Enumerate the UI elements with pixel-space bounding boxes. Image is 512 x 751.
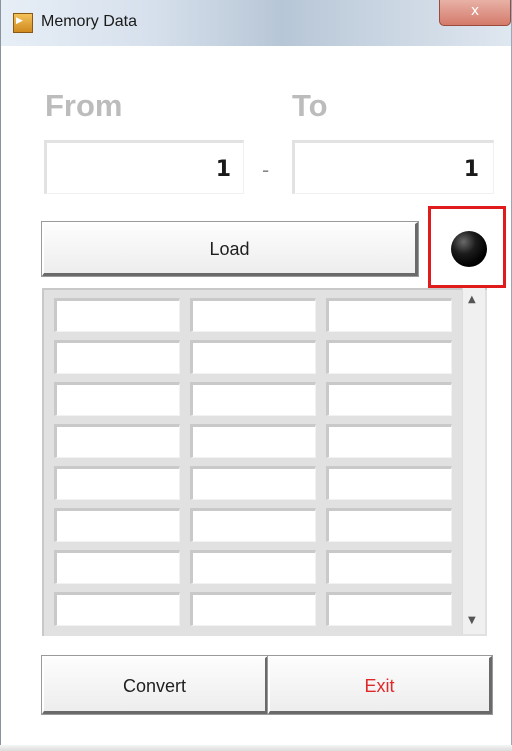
- table-cell[interactable]: [190, 424, 316, 458]
- table-row: [54, 382, 464, 424]
- close-button[interactable]: x: [439, 0, 511, 26]
- table-row: [54, 424, 464, 466]
- title-bar[interactable]: ▶ Memory Data x: [1, 0, 511, 46]
- to-input[interactable]: 1: [292, 140, 494, 194]
- table-cell[interactable]: [54, 424, 180, 458]
- table-row: [54, 298, 464, 340]
- table-cell[interactable]: [326, 298, 452, 332]
- load-button[interactable]: Load: [41, 221, 419, 277]
- table-row: [54, 592, 464, 630]
- table-cell[interactable]: [326, 508, 452, 542]
- table-row: [54, 466, 464, 508]
- table-cell[interactable]: [54, 466, 180, 500]
- table-cell[interactable]: [54, 298, 180, 332]
- table-cell[interactable]: [190, 340, 316, 374]
- table-row: [54, 340, 464, 382]
- convert-button[interactable]: Convert: [41, 655, 269, 715]
- to-label: To: [292, 88, 328, 123]
- table-row: [54, 550, 464, 592]
- window-title: Memory Data: [41, 13, 138, 30]
- from-input[interactable]: 1: [44, 140, 244, 194]
- table-grid: [54, 298, 464, 630]
- table-cell[interactable]: [54, 550, 180, 584]
- table-scrollbar[interactable]: ▲ ▼: [462, 288, 485, 634]
- table-cell[interactable]: [54, 508, 180, 542]
- table-cell[interactable]: [326, 592, 452, 626]
- table-cell[interactable]: [326, 382, 452, 416]
- exit-button[interactable]: Exit: [267, 655, 493, 715]
- memory-table: [42, 288, 487, 636]
- table-cell[interactable]: [54, 340, 180, 374]
- table-cell[interactable]: [326, 424, 452, 458]
- table-cell[interactable]: [190, 466, 316, 500]
- table-cell[interactable]: [190, 382, 316, 416]
- table-cell[interactable]: [326, 340, 452, 374]
- range-separator: -: [262, 158, 270, 182]
- indicator-highlight: [428, 206, 506, 288]
- table-cell[interactable]: [190, 508, 316, 542]
- app-icon: ▶: [13, 13, 33, 33]
- table-cell[interactable]: [326, 466, 452, 500]
- table-cell[interactable]: [54, 382, 180, 416]
- window-bottom-edge: [0, 745, 512, 751]
- table-cell[interactable]: [190, 550, 316, 584]
- table-cell[interactable]: [190, 592, 316, 626]
- scroll-down-icon[interactable]: ▼: [468, 615, 476, 626]
- scroll-up-icon[interactable]: ▲: [468, 294, 476, 305]
- table-cell[interactable]: [190, 298, 316, 332]
- table-cell[interactable]: [54, 592, 180, 626]
- from-label: From: [45, 88, 123, 123]
- close-icon: x: [470, 3, 480, 19]
- table-cell[interactable]: [326, 550, 452, 584]
- status-led-indicator: [451, 231, 487, 267]
- table-row: [54, 508, 464, 550]
